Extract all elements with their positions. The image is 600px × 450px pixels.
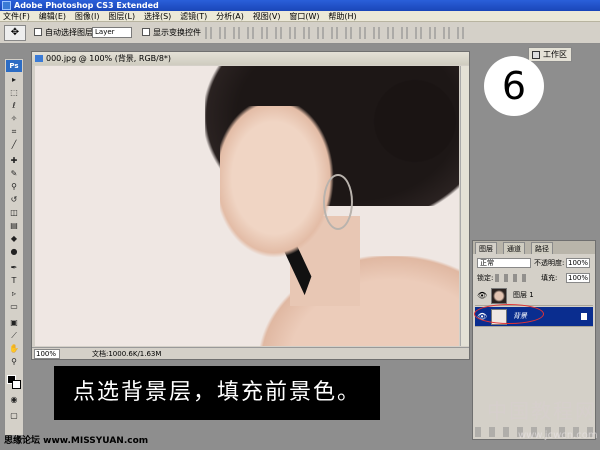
watermark-url: www.jcwcn.com [518, 430, 598, 441]
photo-face [220, 106, 340, 266]
type-icon[interactable]: T [8, 276, 20, 286]
menu-window[interactable]: 窗口(W) [286, 11, 322, 22]
menu-view[interactable]: 视图(V) [250, 11, 284, 22]
gradient-icon[interactable]: ▤ [8, 221, 20, 231]
menu-image[interactable]: 图像(I) [72, 11, 103, 22]
stamp-icon[interactable]: ⚲ [8, 182, 20, 192]
magic-wand-icon[interactable]: ✧ [8, 114, 20, 124]
move-icon[interactable]: ▸ [8, 75, 20, 85]
opacity-label: 不透明度: [534, 259, 565, 267]
layer-item[interactable]: 👁 图层 1 [475, 286, 593, 306]
tab-layers[interactable]: 图层 [475, 242, 497, 254]
auto-select-dropdown[interactable]: Layer [92, 27, 132, 38]
lock-fill-row: 锁定: 填充: 100% [475, 272, 593, 284]
document-title: 000.jpg @ 100% (背景, RGB/8*) [46, 54, 172, 63]
brush-icon[interactable]: ✎ [8, 169, 20, 179]
title-bar: Adobe Photoshop CS3 Extended [0, 0, 600, 11]
move-tool-icon[interactable]: ✥ [4, 25, 26, 41]
ps-logo-icon: Ps [6, 60, 22, 72]
options-bar: ✥ 自动选择图层 Layer 显示变换控件 工作区 [0, 22, 600, 62]
tab-paths[interactable]: 路径 [531, 242, 553, 254]
photoshop-app-icon [2, 1, 11, 10]
document-icon [35, 55, 43, 62]
lock-icon [581, 313, 587, 320]
menu-file[interactable]: 文件(F) [0, 11, 33, 22]
history-brush-icon[interactable]: ↺ [8, 195, 20, 205]
watermark-text: 中国教程网 [487, 399, 597, 423]
eraser-icon[interactable]: ◫ [8, 208, 20, 218]
healing-icon[interactable]: ✚ [8, 156, 20, 166]
menu-help[interactable]: 帮助(H) [325, 11, 359, 22]
lock-label: 锁定: [477, 274, 494, 282]
menu-layer[interactable]: 图层(L) [105, 11, 138, 22]
auto-select-checkbox[interactable] [34, 28, 42, 36]
zoom-field[interactable]: 100% [34, 349, 60, 359]
menu-bar: 文件(F) 编辑(E) 图像(I) 图层(L) 选择(S) 滤镜(T) 分析(A… [0, 11, 600, 22]
path-select-icon[interactable]: ▹ [8, 289, 20, 299]
photo-earring [323, 174, 353, 230]
blend-opacity-row: 正常 不透明度: 100% [475, 257, 593, 269]
image-canvas[interactable] [35, 66, 459, 346]
fill-label: 填充: [541, 274, 558, 282]
blur-icon[interactable]: ◆ [8, 234, 20, 244]
vertical-scrollbar[interactable] [460, 66, 469, 346]
lasso-icon[interactable]: ℓ [8, 101, 20, 111]
shape-icon[interactable]: ▭ [8, 302, 20, 312]
fill-field[interactable]: 100% [566, 273, 590, 283]
blend-mode-dropdown[interactable]: 正常 [477, 258, 531, 268]
site-footer: 思缘论坛 www.MISSYUAN.com [4, 436, 149, 446]
document-window: 000.jpg @ 100% (背景, RGB/8*) 100% 文档:1000… [31, 51, 470, 360]
tab-channels[interactable]: 通道 [503, 242, 525, 254]
eyedropper-icon[interactable]: ⟋ [8, 331, 20, 341]
marquee-icon[interactable]: ⬚ [8, 88, 20, 98]
lock-icons[interactable] [495, 274, 529, 282]
highlight-oval [474, 304, 544, 324]
color-swatches[interactable] [7, 375, 21, 389]
notes-icon[interactable]: ▣ [8, 318, 20, 328]
app-title: Adobe Photoshop CS3 Extended [14, 1, 159, 10]
background-color-swatch[interactable] [12, 380, 21, 389]
menu-analysis[interactable]: 分析(A) [213, 11, 247, 22]
slice-icon[interactable]: ╱ [8, 140, 20, 150]
dodge-icon[interactable]: ● [8, 247, 20, 257]
show-transform-label: 显示变换控件 [153, 28, 201, 37]
menu-edit[interactable]: 编辑(E) [36, 11, 69, 22]
crop-icon[interactable]: ⌗ [8, 127, 20, 137]
photo-hair-bun [365, 76, 459, 166]
workspace-label: 工作区 [543, 50, 567, 59]
opacity-field[interactable]: 100% [566, 258, 590, 268]
status-bar: 100% 文档:1000.6K/1.63M [32, 347, 469, 359]
quick-mask-icon[interactable]: ◉ [8, 395, 20, 405]
document-title-bar[interactable]: 000.jpg @ 100% (背景, RGB/8*) [32, 52, 469, 65]
workspace-icon [532, 51, 540, 59]
toolbox: Ps ▸ ⬚ ℓ ✧ ⌗ ╱ ✚ ✎ ⚲ ↺ ◫ ▤ ◆ ● ✒ T ▹ ▭ ▣… [4, 58, 24, 436]
menu-select[interactable]: 选择(S) [141, 11, 174, 22]
auto-select-label: 自动选择图层 [45, 28, 93, 37]
workspace-button[interactable]: 工作区 [528, 47, 572, 62]
align-distribute-icons[interactable] [205, 27, 465, 39]
hand-icon[interactable]: ✋ [8, 344, 20, 354]
visibility-eye-icon[interactable]: 👁 [477, 291, 487, 301]
layer-thumbnail [491, 288, 507, 304]
menu-filter[interactable]: 滤镜(T) [177, 11, 210, 22]
step-number-badge: 6 [484, 56, 544, 116]
zoom-icon[interactable]: ⚲ [8, 357, 20, 367]
tutorial-caption: 点选背景层，填充前景色。 [54, 366, 380, 420]
pen-icon[interactable]: ✒ [8, 263, 20, 273]
layer-name: 图层 1 [513, 291, 534, 299]
screen-mode-icon[interactable]: ▢ [8, 411, 20, 421]
layers-panel-tabs: 图层 通道 路径 [473, 241, 595, 254]
document-info: 文档:1000.6K/1.63M [92, 350, 162, 358]
show-transform-checkbox[interactable] [142, 28, 150, 36]
